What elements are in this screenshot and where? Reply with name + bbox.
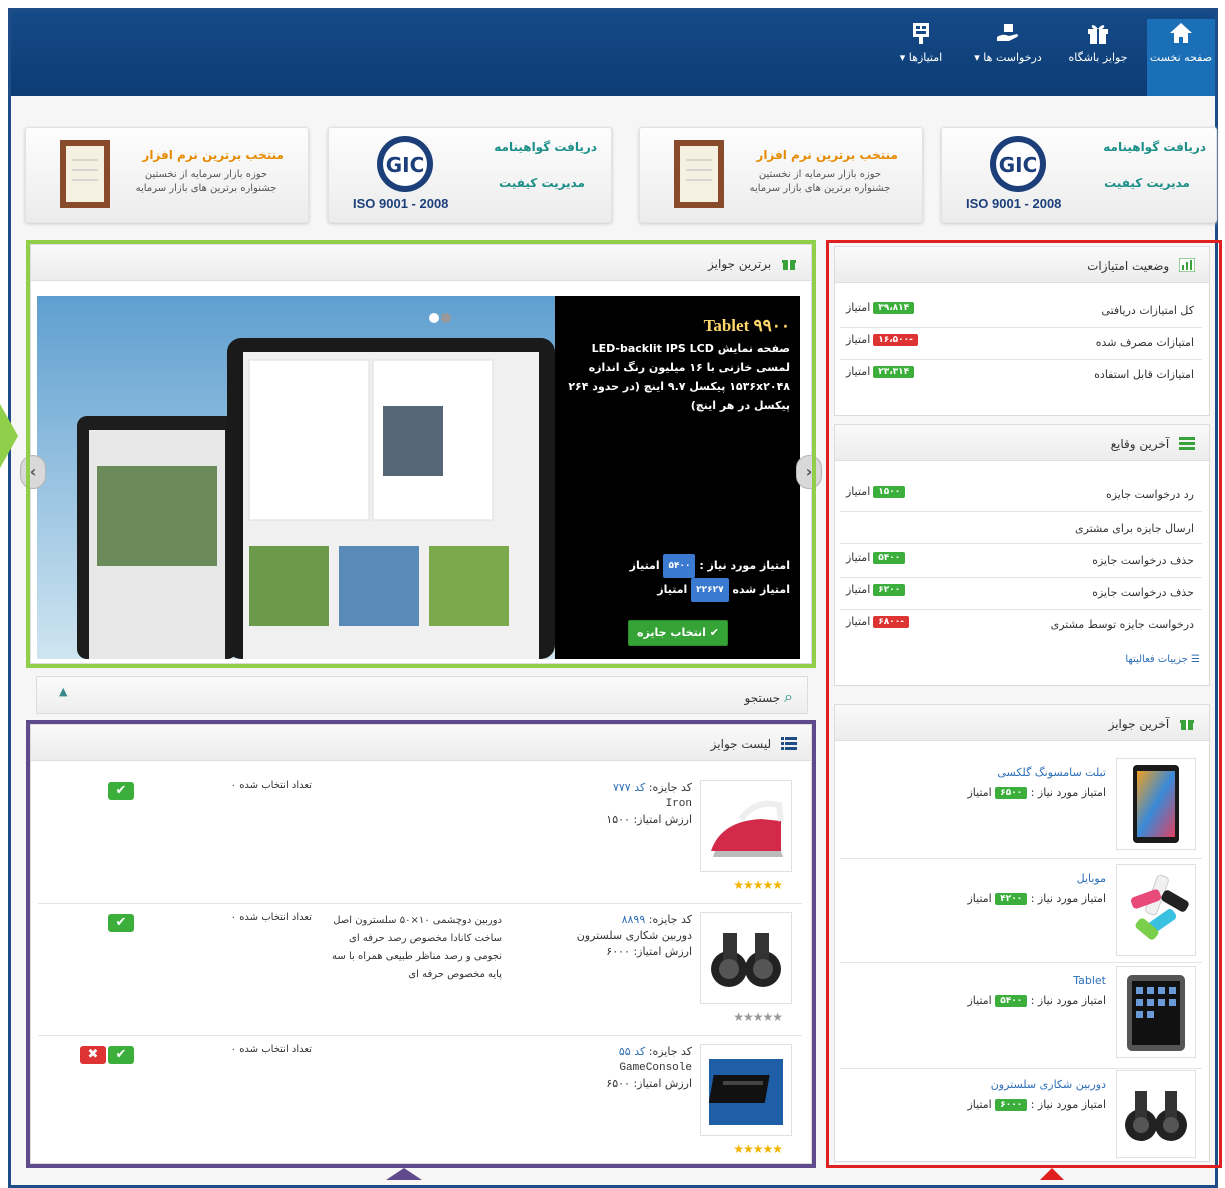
hand-gift-icon bbox=[997, 24, 1018, 41]
scoreboard-icon bbox=[913, 23, 929, 44]
nav-label: صفحه نخست bbox=[1149, 51, 1213, 64]
iso-banner: GIC ISO 9001 - 2008 دریافت گواهینامه مدی… bbox=[941, 127, 1217, 223]
iso-label: ISO 9001 - 2008 bbox=[966, 196, 1062, 211]
highlight-top-prizes bbox=[26, 240, 816, 668]
gic-logo-icon: GIC bbox=[990, 136, 1046, 192]
award-title: منتخب برترین نرم افزار bbox=[756, 148, 898, 162]
iso-title: دریافت گواهینامه bbox=[494, 140, 597, 154]
award-line2: جشنواره برترین های بازار سرمایه bbox=[135, 183, 277, 194]
home-icon bbox=[1170, 23, 1192, 43]
iso-banner: GIC ISO 9001 - 2008 دریافت گواهینامه مدی… bbox=[328, 127, 612, 223]
search-bar[interactable]: ⌕ جستجو ▲ bbox=[36, 676, 808, 714]
certificates-row: منتخب برترین نرم افزار حوزه بازار سرمایه… bbox=[25, 127, 1217, 227]
nav-requests[interactable]: درخواست ها ▾ bbox=[965, 19, 1051, 96]
nav-label: درخواست ها ▾ bbox=[974, 51, 1042, 64]
nav-home[interactable]: صفحه نخست bbox=[1147, 19, 1215, 96]
certificate-frame-icon bbox=[674, 140, 724, 208]
gic-logo-icon: GIC bbox=[377, 136, 433, 192]
nav-label: جوایز باشگاه bbox=[1068, 51, 1128, 64]
nav-club-prizes[interactable]: جوایز باشگاه bbox=[1061, 19, 1135, 96]
award-title: منتخب برترین نرم افزار bbox=[142, 148, 284, 162]
green-pointer-arrow bbox=[0, 404, 18, 468]
top-nav-bar: صفحه نخست جوایز باشگاه درخواست ها ▾ امتی… bbox=[11, 11, 1215, 96]
highlight-sidebar bbox=[826, 240, 1222, 1168]
award-line1: حوزه بازار سرمایه از نخستین bbox=[144, 169, 268, 180]
search-label: جستجو bbox=[744, 691, 781, 705]
svg-text:GIC: GIC bbox=[386, 153, 425, 177]
nav-label: امتیازها ▾ bbox=[899, 51, 943, 64]
collapse-chevron-icon[interactable]: ▲ bbox=[59, 685, 67, 698]
highlight-prize-list bbox=[26, 720, 816, 1168]
nav-scores[interactable]: امتیازها ▾ bbox=[885, 19, 957, 96]
award-banner: منتخب برترین نرم افزار حوزه بازار سرمایه… bbox=[639, 127, 923, 223]
red-pointer-arrow bbox=[1040, 1168, 1064, 1180]
search-icon: ⌕ bbox=[784, 687, 793, 706]
iso-subtitle: مدیریت کیفیت bbox=[1104, 176, 1190, 190]
award-line1: حوزه بازار سرمایه از نخستین bbox=[758, 169, 882, 180]
certificate-frame-icon bbox=[60, 140, 110, 208]
iso-title: دریافت گواهینامه bbox=[1103, 140, 1206, 154]
iso-subtitle: مدیریت کیفیت bbox=[499, 176, 585, 190]
award-line2: جشنواره برترین های بازار سرمایه bbox=[749, 183, 891, 194]
purple-pointer-arrow bbox=[386, 1168, 422, 1180]
svg-text:GIC: GIC bbox=[999, 153, 1038, 177]
gift-icon bbox=[1088, 25, 1108, 44]
iso-label: ISO 9001 - 2008 bbox=[353, 196, 449, 211]
award-banner: منتخب برترین نرم افزار حوزه بازار سرمایه… bbox=[25, 127, 309, 223]
